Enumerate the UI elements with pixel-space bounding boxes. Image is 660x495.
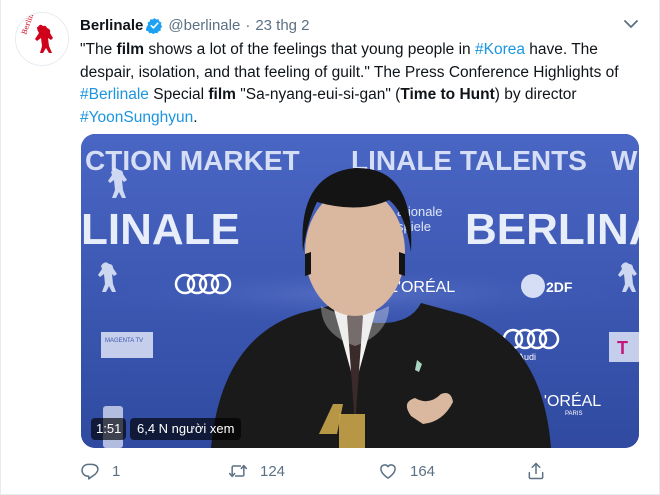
like-icon <box>380 464 396 479</box>
backdrop-text: LINALE <box>81 205 240 254</box>
zdf-logo <box>521 274 545 298</box>
verified-badge-icon <box>146 17 163 34</box>
text-segment: . <box>193 108 198 126</box>
text-bold-title: Time to Hunt <box>400 86 495 103</box>
text-bold-film: film <box>208 86 236 103</box>
video-frame: CTION MARKET LINALE TALENTS WI LINALE BE… <box>81 134 639 448</box>
like-button[interactable]: 164 <box>378 459 435 483</box>
tweet-header: Berlinale @berlinale · 23 thg 2 <box>80 14 310 36</box>
backdrop-text: BERLINA <box>465 205 639 254</box>
tweet-date[interactable]: 23 thg 2 <box>255 17 309 34</box>
text-bold-film: film <box>116 41 145 58</box>
sponsor-text: L'ORÉAL <box>535 391 601 410</box>
reply-icon <box>81 463 99 480</box>
share-icon <box>528 462 544 480</box>
reply-button[interactable]: 1 <box>80 459 120 483</box>
sponsor-text: T <box>617 338 628 358</box>
magenta-badge <box>101 332 153 358</box>
text-segment: "The <box>80 41 117 58</box>
tweet-text: "The film shows a lot of the feelings th… <box>80 39 646 129</box>
tweet-card[interactable]: Berlinale Berlinale @berlinale · 23 thg … <box>0 0 660 495</box>
backdrop-text: LINALE TALENTS <box>351 145 587 176</box>
sponsor-text: 2DF <box>546 279 573 295</box>
text-segment: "Sa-nyang-eui-si-gan" ( <box>235 86 401 103</box>
reply-count: 1 <box>112 462 121 480</box>
avatar[interactable]: Berlinale <box>15 12 69 66</box>
text-segment: ) by director <box>494 86 577 103</box>
text-segment: shows a lot of the feelings that young p… <box>144 41 475 58</box>
retweet-icon <box>228 464 248 478</box>
video-viewers: 6,4 N người xem <box>130 418 242 440</box>
separator-dot: · <box>245 16 251 34</box>
tweet-actions: 1 124 164 <box>80 459 560 483</box>
author-name[interactable]: Berlinale <box>80 17 143 34</box>
sponsor-text: MAGENTA TV <box>105 338 143 344</box>
like-count: 164 <box>410 462 436 480</box>
sponsor-text: PARIS <box>565 411 583 417</box>
hashtag-korea[interactable]: #Korea <box>475 41 525 58</box>
backdrop-text: WI <box>611 145 639 176</box>
video-player[interactable]: CTION MARKET LINALE TALENTS WI LINALE BE… <box>81 134 639 448</box>
share-button[interactable] <box>526 459 546 483</box>
retweet-button[interactable]: 124 <box>228 459 285 483</box>
chevron-down-icon[interactable] <box>621 14 641 34</box>
berlinale-bear-logo: Berlinale <box>16 13 68 65</box>
retweet-count: 124 <box>260 462 286 480</box>
video-duration: 1:51 <box>91 418 127 440</box>
text-segment: Special <box>148 86 209 103</box>
author-handle[interactable]: @berlinale <box>168 17 240 34</box>
hashtag-berlinale[interactable]: #Berlinale <box>80 86 149 103</box>
hashtag-director[interactable]: #YoonSunghyun <box>80 109 193 126</box>
